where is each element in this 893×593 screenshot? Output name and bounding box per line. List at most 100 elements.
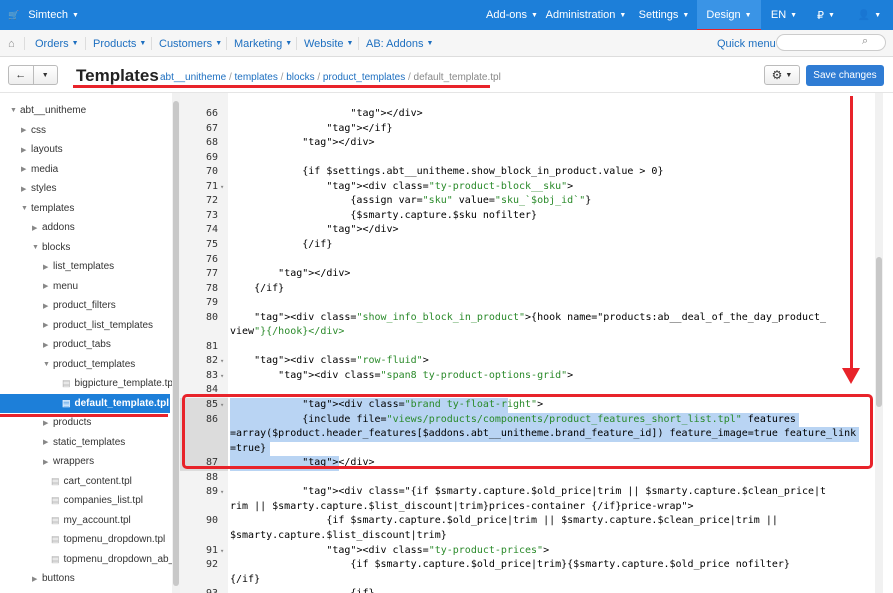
tree-node-bigpicture-template-tpl[interactable]: ▤ bigpicture_template.tpl xyxy=(0,374,172,393)
back-button[interactable]: ← xyxy=(9,66,33,84)
tree-node-topmenu-dropdown-tpl[interactable]: ▤ topmenu_dropdown.tpl xyxy=(0,530,170,549)
caret-right-icon[interactable]: ▶ xyxy=(43,438,53,446)
code-line[interactable]: 66 "tag"></div> xyxy=(180,107,875,121)
caret-right-icon[interactable]: ▶ xyxy=(32,575,42,583)
nav-item-customers[interactable]: Customers ▼ xyxy=(159,30,222,57)
fold-toggle-icon[interactable]: ▾ xyxy=(220,354,224,368)
tree-scrollbar-thumb[interactable] xyxy=(173,101,179,586)
tree-node-my-account-tpl[interactable]: ▤ my_account.tpl xyxy=(0,511,170,530)
tree-node-companies-list-tpl[interactable]: ▤ companies_list.tpl xyxy=(0,491,170,510)
tree-node-static-templates[interactable]: ▶ static_templates xyxy=(0,433,170,452)
code-line[interactable]: 77 "tag"></div> xyxy=(180,267,875,281)
tree-node-list-templates[interactable]: ▶ list_templates xyxy=(0,257,170,276)
top-menu-item-add-ons[interactable]: Add-ons ▼ xyxy=(484,0,540,30)
code-line[interactable]: 70 {if $settings.abt__unitheme.show_bloc… xyxy=(180,165,875,179)
caret-right-icon[interactable]: ▶ xyxy=(43,263,53,271)
breadcrumb-link[interactable]: abt__unitheme xyxy=(160,72,226,83)
caret-right-icon[interactable]: ▶ xyxy=(21,165,31,173)
top-menu-item-design[interactable]: Design ▼ xyxy=(697,0,761,32)
tree-node-wrappers[interactable]: ▶ wrappers xyxy=(0,452,170,471)
code-line[interactable]: view"}{/hook}</div> xyxy=(180,325,875,339)
top-menu-item-administration[interactable]: Administration ▼ xyxy=(540,0,632,30)
code-editor[interactable]: 66 "tag"></div> 67 "tag"></if} 68 "tag"></… xyxy=(180,93,893,593)
tree-node-css[interactable]: ▶ css xyxy=(0,121,170,140)
brand-menu[interactable]: 🛒 Simtech ▼ xyxy=(0,0,79,30)
code-line[interactable]: 73 {$smarty.capture.$sku nofilter} xyxy=(180,209,875,223)
code-line[interactable]: 89 ▾ "tag"><div class="{if $smarty.captur… xyxy=(180,485,875,499)
caret-down-icon[interactable]: ▼ xyxy=(10,107,20,114)
fold-toggle-icon[interactable]: ▾ xyxy=(220,485,224,499)
caret-right-icon[interactable]: ▶ xyxy=(43,458,53,466)
code-line[interactable]: {/if} xyxy=(180,573,875,587)
tree-node-product-templates[interactable]: ▼ product_templates xyxy=(0,355,170,374)
code-line[interactable]: 83 ▾ "tag"><div class="span8 ty-product-o… xyxy=(180,369,875,383)
nav-item-ab-addons[interactable]: AB: Addons ▼ xyxy=(366,30,433,57)
caret-right-icon[interactable]: ▶ xyxy=(43,282,53,290)
caret-right-icon[interactable]: ▶ xyxy=(43,419,53,427)
top-menu-item-en[interactable]: EN ▼ xyxy=(762,0,806,30)
code-line[interactable]: 93 {if} xyxy=(180,587,875,593)
code-line[interactable]: 75 {/if} xyxy=(180,238,875,252)
fold-toggle-icon[interactable]: ▾ xyxy=(220,544,224,558)
tree-node-product-list-templates[interactable]: ▶ product_list_templates xyxy=(0,316,170,335)
code-line[interactable]: 82 ▾ "tag"><div class="row-fluid"> xyxy=(180,354,875,368)
code-line[interactable]: 71 ▾ "tag"><div class="ty-product-block__… xyxy=(180,180,875,194)
tree-node-layouts[interactable]: ▶ layouts xyxy=(0,140,170,159)
tree-node-buttons[interactable]: ▶ buttons xyxy=(0,569,170,588)
nav-item-website[interactable]: Website ▼ xyxy=(304,30,353,57)
tree-node-templates[interactable]: ▼ templates xyxy=(0,199,170,218)
code-line[interactable]: 79 xyxy=(180,296,875,310)
top-menu-item--[interactable]: ₽ ▼ xyxy=(806,0,846,30)
tree-node-styles[interactable]: ▶ styles xyxy=(0,179,170,198)
caret-right-icon[interactable]: ▶ xyxy=(43,302,53,310)
code-line[interactable]: 90 {if $smarty.capture.$old_price|trim |… xyxy=(180,514,875,528)
fold-toggle-icon[interactable]: ▾ xyxy=(220,180,224,194)
settings-dropdown-button[interactable]: ⚙ ▼ xyxy=(764,65,800,85)
home-link[interactable]: ⌂ xyxy=(8,30,15,57)
tree-node-blocks[interactable]: ▼ blocks xyxy=(0,238,170,257)
top-menu-item-user[interactable]: 👤 ▼ xyxy=(846,0,893,30)
code-line[interactable]: 81 xyxy=(180,340,875,354)
tree-node-addons[interactable]: ▶ addons xyxy=(0,218,170,237)
code-line[interactable]: 68 "tag"></div> xyxy=(180,136,875,150)
code-line[interactable]: 92 {if $smarty.capture.$old_price|trim}{… xyxy=(180,558,875,572)
tree-node-cart-content-tpl[interactable]: ▤ cart_content.tpl xyxy=(0,472,170,491)
code-line[interactable]: 67 "tag"></if} xyxy=(180,122,875,136)
breadcrumb-link[interactable]: templates xyxy=(235,72,278,83)
tree-node-menu[interactable]: ▶ menu xyxy=(0,277,170,296)
caret-right-icon[interactable]: ▶ xyxy=(43,321,53,329)
quick-menu-link[interactable]: Quick menu xyxy=(717,30,776,57)
nav-item-products[interactable]: Products ▼ xyxy=(93,30,146,57)
nav-item-marketing[interactable]: Marketing ▼ xyxy=(234,30,292,57)
caret-down-icon[interactable]: ▼ xyxy=(21,205,31,212)
code-line[interactable]: 76 xyxy=(180,253,875,267)
breadcrumb-link[interactable]: blocks xyxy=(286,72,314,83)
tree-node-topmenu-dropdown-ab[interactable]: ▤topmenu_dropdown_ab__... xyxy=(0,550,172,569)
tree-node-product-tabs[interactable]: ▶ product_tabs xyxy=(0,335,170,354)
code-line[interactable]: 69 xyxy=(180,151,875,165)
caret-right-icon[interactable]: ▶ xyxy=(21,146,31,154)
history-dropdown-button[interactable]: ▼ xyxy=(32,66,58,84)
quick-search-input[interactable] xyxy=(776,34,886,51)
editor-scrollbar[interactable] xyxy=(875,93,883,593)
code-line[interactable]: 88 xyxy=(180,471,875,485)
caret-right-icon[interactable]: ▶ xyxy=(21,185,31,193)
fold-toggle-icon[interactable]: ▾ xyxy=(220,369,224,383)
tree-node-abt-unitheme[interactable]: ▼ abt__unitheme xyxy=(0,101,170,120)
code-line[interactable]: rim || $smarty.capture.$list_discount|tr… xyxy=(180,500,875,514)
caret-right-icon[interactable]: ▶ xyxy=(43,341,53,349)
tree-node-product-filters[interactable]: ▶ product_filters xyxy=(0,296,170,315)
code-line[interactable]: 72 {assign var="sku" value="sku_`$obj_id… xyxy=(180,194,875,208)
editor-scrollbar-thumb[interactable] xyxy=(876,257,882,407)
code-line[interactable]: 74 "tag"></div> xyxy=(180,223,875,237)
caret-down-icon[interactable]: ▼ xyxy=(43,361,53,368)
breadcrumb-link[interactable]: product_templates xyxy=(323,72,405,83)
code-line[interactable]: 80 "tag"><div class="show_info_block_in_… xyxy=(180,311,875,325)
caret-right-icon[interactable]: ▶ xyxy=(32,224,42,232)
code-line[interactable]: 78 {/if} xyxy=(180,282,875,296)
top-menu-item-settings[interactable]: Settings ▼ xyxy=(632,0,696,30)
caret-right-icon[interactable]: ▶ xyxy=(21,126,31,134)
tree-node-media[interactable]: ▶ media xyxy=(0,160,170,179)
code-line[interactable]: $smarty.capture.$list_discount|trim} xyxy=(180,529,875,543)
tree-node-default-template-tpl[interactable]: ▤ default_template.tpl xyxy=(0,393,170,413)
